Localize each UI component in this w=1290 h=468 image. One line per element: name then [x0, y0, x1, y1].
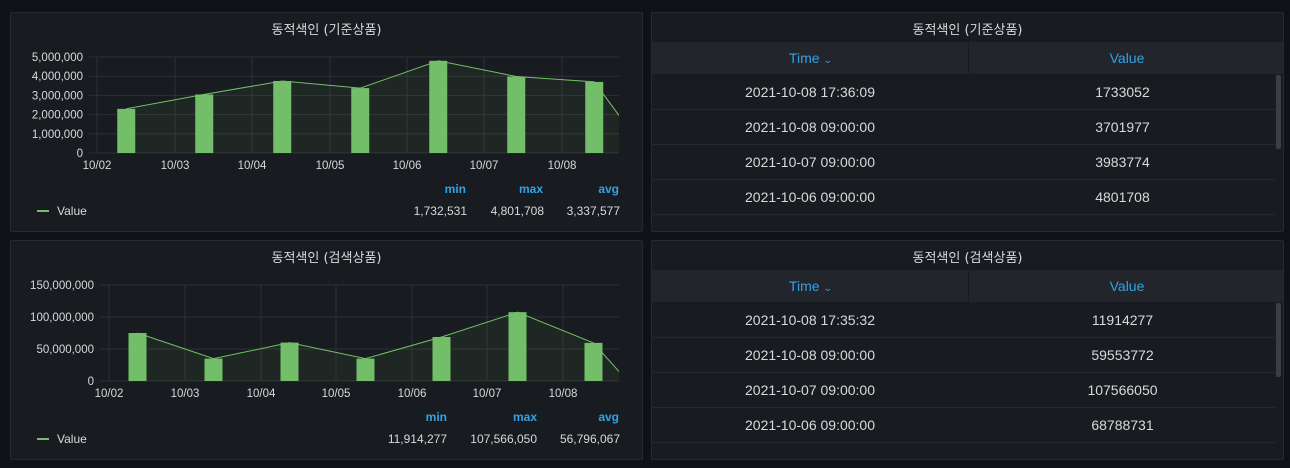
legend-avg-header[interactable]: avg [539, 410, 619, 424]
cell-value: 3983774 [1095, 154, 1150, 170]
cell-time: 2021-10-07 09:00:00 [745, 382, 875, 398]
table-row[interactable]: 2021-10-08 17:36:09 1733052 [652, 75, 1276, 110]
cell-value: 3701977 [1095, 119, 1150, 135]
panel-title[interactable]: 동적색인 (검색상품) [652, 247, 1283, 266]
column-header-time[interactable]: Time ⌄ [652, 42, 968, 74]
table-row[interactable]: 2021-10-08 09:00:00 59553772 [652, 338, 1276, 373]
cell-time: 2021-10-08 17:36:09 [745, 84, 875, 100]
scrollbar[interactable] [1276, 75, 1281, 149]
table-row[interactable]: 2021-10-06 09:00:00 68788731 [652, 408, 1276, 443]
cell-time: 2021-10-08 09:00:00 [745, 347, 875, 363]
legend-avg-header[interactable]: avg [539, 182, 619, 196]
cell-value: 107566050 [1087, 382, 1158, 398]
chevron-down-icon: ⌄ [822, 283, 833, 293]
table-header: Time ⌄ Value [652, 42, 1283, 74]
table-row[interactable]: 2021-10-08 17:35:32 11914277 [652, 303, 1276, 338]
column-header-value[interactable]: Value [969, 270, 1285, 302]
column-header-time[interactable]: Time ⌄ [652, 270, 968, 302]
column-header-label: Value [1109, 278, 1145, 294]
legend-series-name[interactable]: Value [57, 432, 87, 446]
legend-series-name[interactable]: Value [57, 204, 87, 218]
cell-value: 4801708 [1095, 189, 1150, 205]
table-row[interactable]: 2021-10-07 09:00:00 107566050 [652, 373, 1276, 408]
graph-panel-search[interactable]: 동적색인 (검색상품) 0 50,000,000 100,000,000 150,00… [10, 240, 643, 460]
graph-panel-standard[interactable]: 동적색인 (기준상품) 0 1,000,000 2,000,000 3,000,000… [10, 12, 643, 232]
cell-time: 2021-10-08 17:35:32 [745, 312, 875, 328]
legend: min max avg Value 1,732,531 4,801,708 3,… [11, 13, 644, 233]
legend-max-value: 107,566,050 [470, 432, 537, 446]
table-row[interactable]: 2021-10-07 09:00:00 3983774 [652, 145, 1276, 180]
legend-avg-value: 56,796,067 [559, 432, 620, 446]
legend-series-swatch[interactable] [37, 438, 49, 440]
table-row[interactable]: 2021-10-06 09:00:00 4801708 [652, 180, 1276, 215]
column-header-label: Value [1109, 50, 1145, 66]
cell-value: 1733052 [1095, 84, 1150, 100]
legend-series-swatch[interactable] [37, 210, 49, 212]
table-panel-standard[interactable]: 동적색인 (기준상품) Time ⌄ Value 2021-10-08 17:36… [651, 12, 1284, 232]
cell-time: 2021-10-07 09:00:00 [745, 154, 875, 170]
panel-title[interactable]: 동적색인 (기준상품) [652, 19, 1283, 38]
table-panel-search[interactable]: 동적색인 (검색상품) Time ⌄ Value 2021-10-08 17:35… [651, 240, 1284, 460]
cell-value: 11914277 [1091, 312, 1154, 328]
cell-time: 2021-10-06 09:00:00 [745, 189, 875, 205]
cell-time: 2021-10-08 09:00:00 [745, 119, 875, 135]
legend: min max avg Value 11,914,277 107,566,050… [11, 241, 644, 461]
column-header-label: Time [788, 278, 820, 294]
legend-avg-value: 3,337,577 [566, 204, 620, 218]
cell-time: 2021-10-06 09:00:00 [745, 417, 875, 433]
legend-min-value: 11,914,277 [387, 432, 447, 446]
cell-value: 68788731 [1091, 417, 1154, 433]
scrollbar[interactable] [1276, 303, 1281, 377]
chevron-down-icon: ⌄ [822, 55, 833, 65]
legend-min-header[interactable]: min [367, 410, 447, 424]
column-header-label: Time [788, 50, 820, 66]
table-row[interactable]: 2021-10-08 09:00:00 3701977 [652, 110, 1276, 145]
legend-min-header[interactable]: min [386, 182, 466, 196]
table-header: Time ⌄ Value [652, 270, 1283, 302]
legend-max-header[interactable]: max [457, 410, 537, 424]
legend-max-header[interactable]: max [463, 182, 543, 196]
column-header-value[interactable]: Value [969, 42, 1285, 74]
cell-value: 59553772 [1091, 347, 1154, 363]
